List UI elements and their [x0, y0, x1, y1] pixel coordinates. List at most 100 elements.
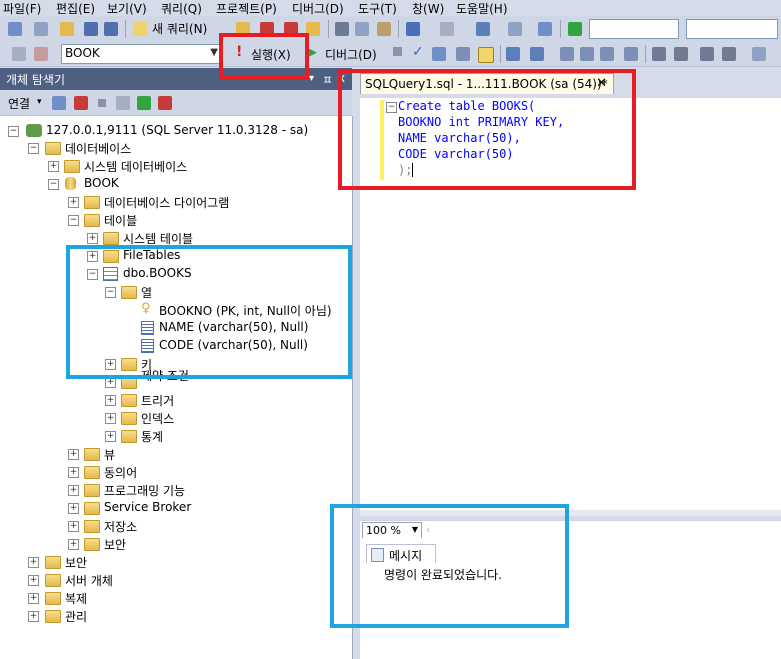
tree-node-label: 127.0.0.1,9111 (SQL Server 11.0.3128 - s… [46, 123, 309, 137]
parse-icon[interactable]: ✓ [412, 44, 424, 60]
copy-icon[interactable] [355, 22, 369, 36]
expand-icon[interactable]: + [105, 431, 116, 442]
tree-node-label: 데이터베이스 다이어그램 [104, 196, 230, 210]
tree-node-label: Service Broker [104, 500, 192, 514]
expand-icon[interactable]: + [68, 467, 79, 478]
results-text-icon[interactable] [580, 47, 594, 61]
save-all-icon[interactable] [104, 22, 118, 36]
include-plan-icon[interactable] [530, 47, 544, 61]
expand-icon[interactable]: + [68, 485, 79, 496]
folder-icon [84, 448, 100, 461]
redo-icon[interactable] [440, 22, 454, 36]
expand-icon[interactable]: + [87, 233, 98, 244]
cancel-query-icon[interactable] [393, 47, 402, 56]
navigate-icon[interactable] [476, 22, 490, 36]
menu-tools[interactable]: 도구(T) [358, 0, 397, 17]
filter-icon[interactable] [116, 96, 130, 110]
chevron-down-icon: ▼ [210, 47, 218, 58]
expand-icon[interactable]: + [28, 557, 39, 568]
expand-icon[interactable]: + [28, 611, 39, 622]
increase-indent-icon[interactable] [722, 47, 736, 61]
toolbar-separator [645, 45, 646, 63]
menu-bar: 파일(F) 편집(E) 보기(V) 쿼리(Q) 프로젝트(P) 디버그(D) 도… [0, 0, 781, 16]
tree-node-label: 테이블 [104, 214, 138, 228]
connect-button[interactable]: 연결 [8, 95, 30, 112]
folder-icon [84, 538, 100, 551]
add-item-icon[interactable] [34, 22, 48, 36]
policy-icon[interactable] [158, 96, 172, 110]
expand-icon[interactable]: + [105, 395, 116, 406]
find-combo[interactable] [686, 19, 778, 39]
expand-icon[interactable]: + [68, 539, 79, 550]
decrease-indent-icon[interactable] [700, 47, 714, 61]
menu-edit[interactable]: 편집(E) [56, 0, 95, 17]
tree-node-label: 보안 [104, 538, 127, 552]
paste-icon[interactable] [377, 22, 391, 36]
solution-config-dropdown[interactable] [589, 19, 679, 39]
display-plan-icon[interactable] [432, 47, 446, 61]
new-query-button[interactable]: 새 쿼리(N) [152, 20, 207, 37]
dropdown-icon[interactable]: ▾ [309, 73, 314, 84]
menu-window[interactable]: 창(W) [412, 0, 444, 17]
cut-icon[interactable] [335, 22, 349, 36]
collapse-icon[interactable]: − [8, 126, 19, 137]
uncomment-icon[interactable] [674, 47, 688, 61]
client-stats-icon[interactable] [560, 47, 574, 61]
debug-button[interactable]: 디버그(D) [325, 46, 377, 63]
toolbar-separator [125, 20, 126, 38]
collapse-icon[interactable]: − [28, 143, 39, 154]
query-designer-icon[interactable] [456, 47, 470, 61]
expand-icon[interactable]: + [28, 593, 39, 604]
save-icon[interactable] [84, 22, 98, 36]
intellisense-icon[interactable] [506, 47, 520, 61]
specify-values-icon[interactable] [752, 47, 766, 61]
open-file-icon[interactable] [60, 22, 74, 36]
menu-query[interactable]: 쿼리(Q) [161, 0, 202, 17]
tree-node-label: 데이터베이스 [65, 142, 132, 156]
expand-icon[interactable]: + [105, 413, 116, 424]
database-dropdown[interactable]: BOOK ▼ [61, 44, 221, 64]
menu-project[interactable]: 프로젝트(P) [216, 0, 277, 17]
new-query-icon[interactable] [133, 22, 147, 36]
chevron-down-icon[interactable]: ▾ [37, 97, 42, 107]
undo-icon[interactable] [406, 22, 420, 36]
expand-icon[interactable]: + [68, 449, 79, 460]
disconnect-icon[interactable] [74, 96, 88, 110]
menu-debug[interactable]: 디버그(D) [292, 0, 344, 17]
folder-icon [45, 610, 61, 623]
stop-icon[interactable] [98, 99, 106, 107]
expand-icon[interactable]: + [48, 161, 59, 172]
collapse-icon[interactable]: − [48, 179, 59, 190]
connect-icon[interactable] [12, 47, 26, 61]
standard-toolbar: 새 쿼리(N) [0, 16, 781, 43]
results-grid-icon[interactable] [600, 47, 614, 61]
tree-node-label: 보안 [65, 556, 88, 570]
expand-icon[interactable]: + [28, 575, 39, 586]
server-icon [26, 124, 42, 137]
folder-icon [84, 466, 100, 479]
solution-icon[interactable] [508, 22, 522, 36]
expand-icon[interactable]: + [68, 197, 79, 208]
folder-icon [45, 556, 61, 569]
folder-icon [64, 160, 80, 173]
comment-icon[interactable] [652, 47, 666, 61]
pin-icon[interactable]: ㅍ [322, 71, 333, 88]
start-icon[interactable] [568, 22, 582, 36]
menu-file[interactable]: 파일(F) [3, 0, 41, 17]
disconnect-icon[interactable] [34, 47, 48, 61]
query-options-icon[interactable] [478, 47, 494, 63]
activity-monitor-icon[interactable] [538, 22, 552, 36]
folder-icon [121, 412, 137, 425]
expand-icon[interactable]: + [68, 521, 79, 532]
connect-object-explorer-icon[interactable] [52, 96, 66, 110]
results-file-icon[interactable] [624, 47, 638, 61]
folder-icon [121, 394, 137, 407]
expand-icon[interactable]: + [68, 503, 79, 514]
collapse-icon[interactable]: − [68, 215, 79, 226]
refresh-icon[interactable] [137, 96, 151, 110]
menu-view[interactable]: 보기(V) [107, 0, 147, 17]
new-project-icon[interactable] [8, 22, 22, 36]
toolbar-separator [560, 20, 561, 38]
menu-help[interactable]: 도움말(H) [456, 0, 508, 17]
tree-node-label: 인덱스 [141, 412, 175, 426]
